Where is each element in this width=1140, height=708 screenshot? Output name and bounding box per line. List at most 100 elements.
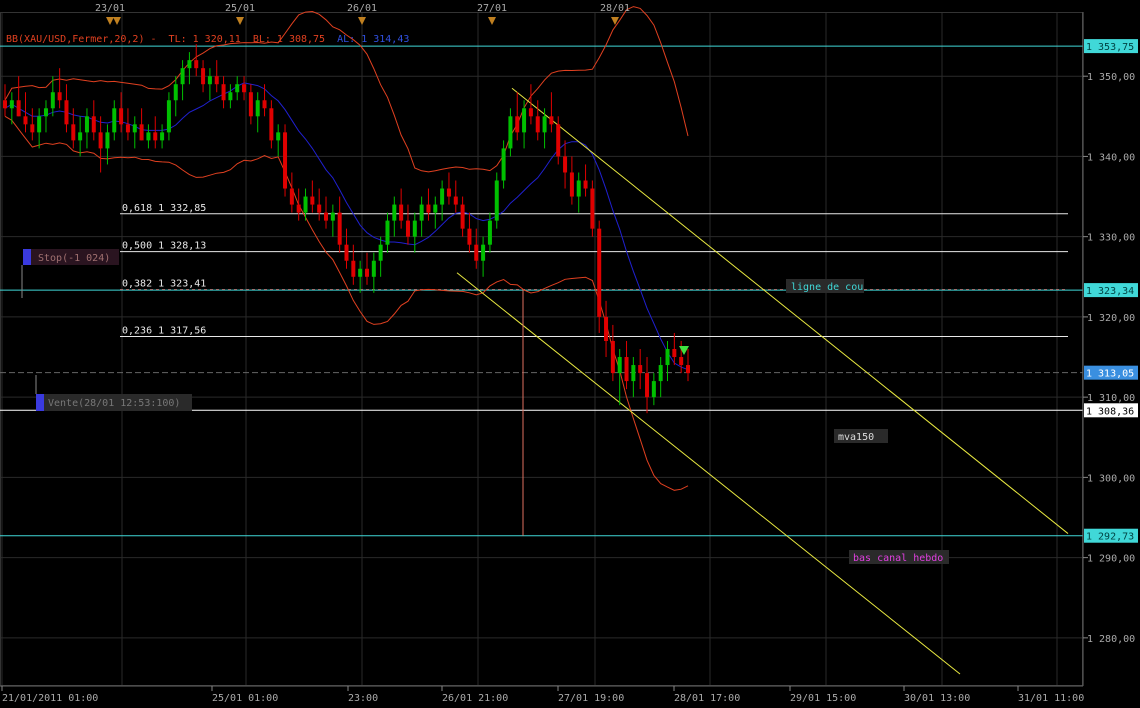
top-date-label: 28/01 bbox=[600, 3, 630, 14]
bas-canal-marker[interactable]: bas canal hebdo bbox=[849, 550, 949, 564]
x-tick-label: 23:00 bbox=[348, 693, 378, 704]
top-date-label: 26/01 bbox=[347, 3, 377, 14]
candle-body bbox=[330, 212, 335, 221]
x-tick-label: 30/01 13:00 bbox=[904, 693, 970, 704]
price-tag-label: 1 292,73 bbox=[1086, 532, 1134, 543]
candle-body bbox=[119, 108, 124, 125]
candle-body bbox=[289, 188, 294, 205]
legend-tl: TL: 1 320,11 bbox=[169, 34, 241, 45]
candle-body bbox=[337, 212, 342, 245]
candle-body bbox=[378, 244, 383, 261]
candle-body bbox=[364, 268, 369, 277]
candle-body bbox=[78, 132, 83, 141]
candle-body bbox=[324, 212, 329, 221]
candle-body bbox=[303, 196, 308, 213]
candle-body bbox=[535, 116, 540, 133]
candle-body bbox=[37, 116, 42, 133]
top-date-label: 23/01 bbox=[95, 3, 125, 14]
candle-body bbox=[433, 204, 438, 213]
candle-body bbox=[194, 60, 199, 69]
candle-body bbox=[576, 180, 581, 197]
candle-body bbox=[583, 180, 588, 189]
y-tick-label: 1 290,00 bbox=[1087, 554, 1135, 565]
candle-body bbox=[604, 316, 609, 341]
vente-label: Vente(28/01 12:53:100) bbox=[48, 398, 180, 409]
candle-body bbox=[23, 116, 28, 125]
candle-body bbox=[686, 365, 690, 374]
candle-body bbox=[617, 357, 622, 374]
bas-label: bas canal hebdo bbox=[853, 553, 943, 564]
candle-body bbox=[125, 124, 130, 133]
candle-body bbox=[132, 124, 137, 133]
candle-body bbox=[487, 220, 492, 245]
candle-body bbox=[651, 381, 656, 398]
candle-body bbox=[597, 228, 602, 317]
candle-body bbox=[446, 188, 451, 197]
legend-bb: BB(XAU/USD,Fermer,20,2) - bbox=[6, 34, 157, 45]
candle-body bbox=[269, 108, 274, 141]
candle-body bbox=[501, 148, 506, 181]
indicator-legend: BB(XAU/USD,Fermer,20,2) - TL: 1 320,11 B… bbox=[6, 34, 409, 45]
price-chart[interactable]: 0,618 1 332,85 0,500 1 328,13 0,382 1 323,… bbox=[0, 0, 1140, 708]
candle-body bbox=[166, 100, 171, 133]
candle-body bbox=[508, 116, 513, 149]
candle-body bbox=[556, 124, 561, 157]
candle-body bbox=[16, 100, 21, 117]
candle-body bbox=[405, 220, 410, 237]
candle-body bbox=[50, 92, 55, 109]
candle-body bbox=[563, 156, 568, 173]
candle-body bbox=[481, 244, 486, 261]
candle-body bbox=[638, 365, 643, 374]
x-tick-label: 31/01 11:00 bbox=[1018, 693, 1084, 704]
legend-bl: BL: 1 308,75 bbox=[253, 34, 325, 45]
candle-body bbox=[71, 124, 76, 141]
candle-body bbox=[91, 116, 96, 133]
y-tick-label: 1 280,00 bbox=[1087, 634, 1135, 645]
candle-body bbox=[276, 132, 281, 141]
candle-body bbox=[460, 204, 465, 229]
y-tick-label: 1 350,00 bbox=[1087, 72, 1135, 83]
candle-body bbox=[569, 172, 574, 197]
candle-body bbox=[385, 220, 390, 245]
candle-body bbox=[624, 357, 629, 382]
ligne-de-cou-marker[interactable]: ligne de cou bbox=[786, 279, 864, 293]
candle-body bbox=[392, 204, 397, 221]
y-tick-label: 1 330,00 bbox=[1087, 233, 1135, 244]
candle-body bbox=[3, 100, 7, 109]
candle-body bbox=[317, 204, 322, 213]
candle-body bbox=[549, 116, 554, 125]
x-tick-label: 28/01 17:00 bbox=[674, 693, 740, 704]
fib-label: 0,236 1 317,56 bbox=[122, 325, 206, 336]
ligne-label: ligne de cou bbox=[791, 282, 863, 293]
candle-body bbox=[146, 132, 151, 141]
y-tick-label: 1 310,00 bbox=[1087, 393, 1135, 404]
candle-body bbox=[248, 92, 253, 117]
y-tick-label: 1 320,00 bbox=[1087, 313, 1135, 324]
candle-body bbox=[426, 204, 431, 213]
candle-body bbox=[679, 357, 684, 366]
candle-body bbox=[665, 349, 670, 366]
candle-body bbox=[474, 244, 479, 261]
x-tick-label: 29/01 15:00 bbox=[790, 693, 856, 704]
candle-body bbox=[515, 116, 520, 133]
y-tick-label: 1 340,00 bbox=[1087, 152, 1135, 163]
price-tag-label: 1 323,34 bbox=[1086, 286, 1134, 297]
fib-label: 0,618 1 332,85 bbox=[122, 203, 206, 214]
candle-body bbox=[440, 188, 445, 205]
candle-body bbox=[399, 204, 404, 221]
candle-body bbox=[57, 92, 62, 101]
candle-body bbox=[296, 204, 301, 213]
y-tick-label: 1 300,00 bbox=[1087, 473, 1135, 484]
x-tick-label: 25/01 01:00 bbox=[212, 693, 278, 704]
candle-body bbox=[84, 116, 89, 133]
candle-body bbox=[180, 68, 185, 85]
x-tick-label: 26/01 21:00 bbox=[442, 693, 508, 704]
candle-body bbox=[528, 108, 533, 117]
top-date-label: 25/01 bbox=[225, 3, 255, 14]
x-tick-label: 27/01 19:00 bbox=[558, 693, 624, 704]
candle-body bbox=[645, 373, 650, 398]
mva150-marker[interactable]: mva150 bbox=[834, 429, 888, 443]
candle-body bbox=[672, 349, 677, 358]
candle-body bbox=[453, 196, 458, 205]
price-tag-label: 1 353,75 bbox=[1086, 42, 1134, 53]
